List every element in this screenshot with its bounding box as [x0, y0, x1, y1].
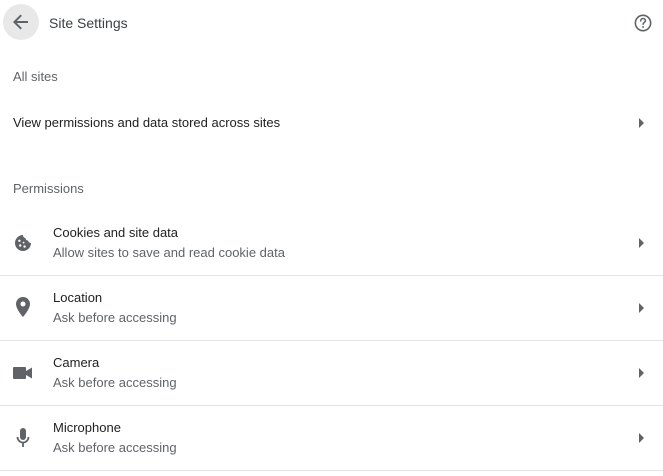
- permission-label: Location: [53, 290, 103, 305]
- view-permissions-label: View permissions and data stored across …: [13, 115, 281, 130]
- permission-row-camera[interactable]: Camera Ask before accessing: [0, 341, 663, 406]
- cookie-icon: [12, 232, 34, 254]
- chevron-right-icon: [639, 118, 644, 128]
- arrow-back-icon: [13, 14, 28, 30]
- chevron-right-icon: [639, 303, 644, 313]
- location-pin-icon: [12, 296, 34, 318]
- permission-row-cookies[interactable]: Cookies and site data Allow sites to sav…: [0, 211, 663, 276]
- permission-label: Camera: [53, 355, 100, 370]
- camera-icon: [12, 362, 34, 384]
- permission-row-microphone[interactable]: Microphone Ask before accessing: [0, 406, 663, 471]
- help-button[interactable]: [632, 12, 654, 34]
- chevron-right-icon: [639, 433, 644, 443]
- permission-status: Ask before accessing: [53, 375, 177, 390]
- chevron-right-icon: [639, 368, 644, 378]
- page-title: Site Settings: [49, 15, 128, 31]
- microphone-icon: [12, 427, 34, 449]
- all-sites-heading: All sites: [13, 69, 58, 84]
- permission-status: Ask before accessing: [53, 440, 177, 455]
- view-permissions-row[interactable]: View permissions and data stored across …: [0, 105, 663, 141]
- permission-label: Microphone: [53, 420, 121, 435]
- permission-row-location[interactable]: Location Ask before accessing: [0, 276, 663, 341]
- header: Site Settings: [0, 0, 663, 46]
- divider: [0, 470, 663, 471]
- permission-status: Ask before accessing: [53, 310, 177, 325]
- back-button[interactable]: [3, 4, 39, 40]
- permissions-heading: Permissions: [13, 181, 84, 196]
- permission-status: Allow sites to save and read cookie data: [53, 245, 285, 260]
- chevron-right-icon: [639, 238, 644, 248]
- permission-label: Cookies and site data: [53, 225, 179, 240]
- help-circle-icon: [634, 14, 652, 32]
